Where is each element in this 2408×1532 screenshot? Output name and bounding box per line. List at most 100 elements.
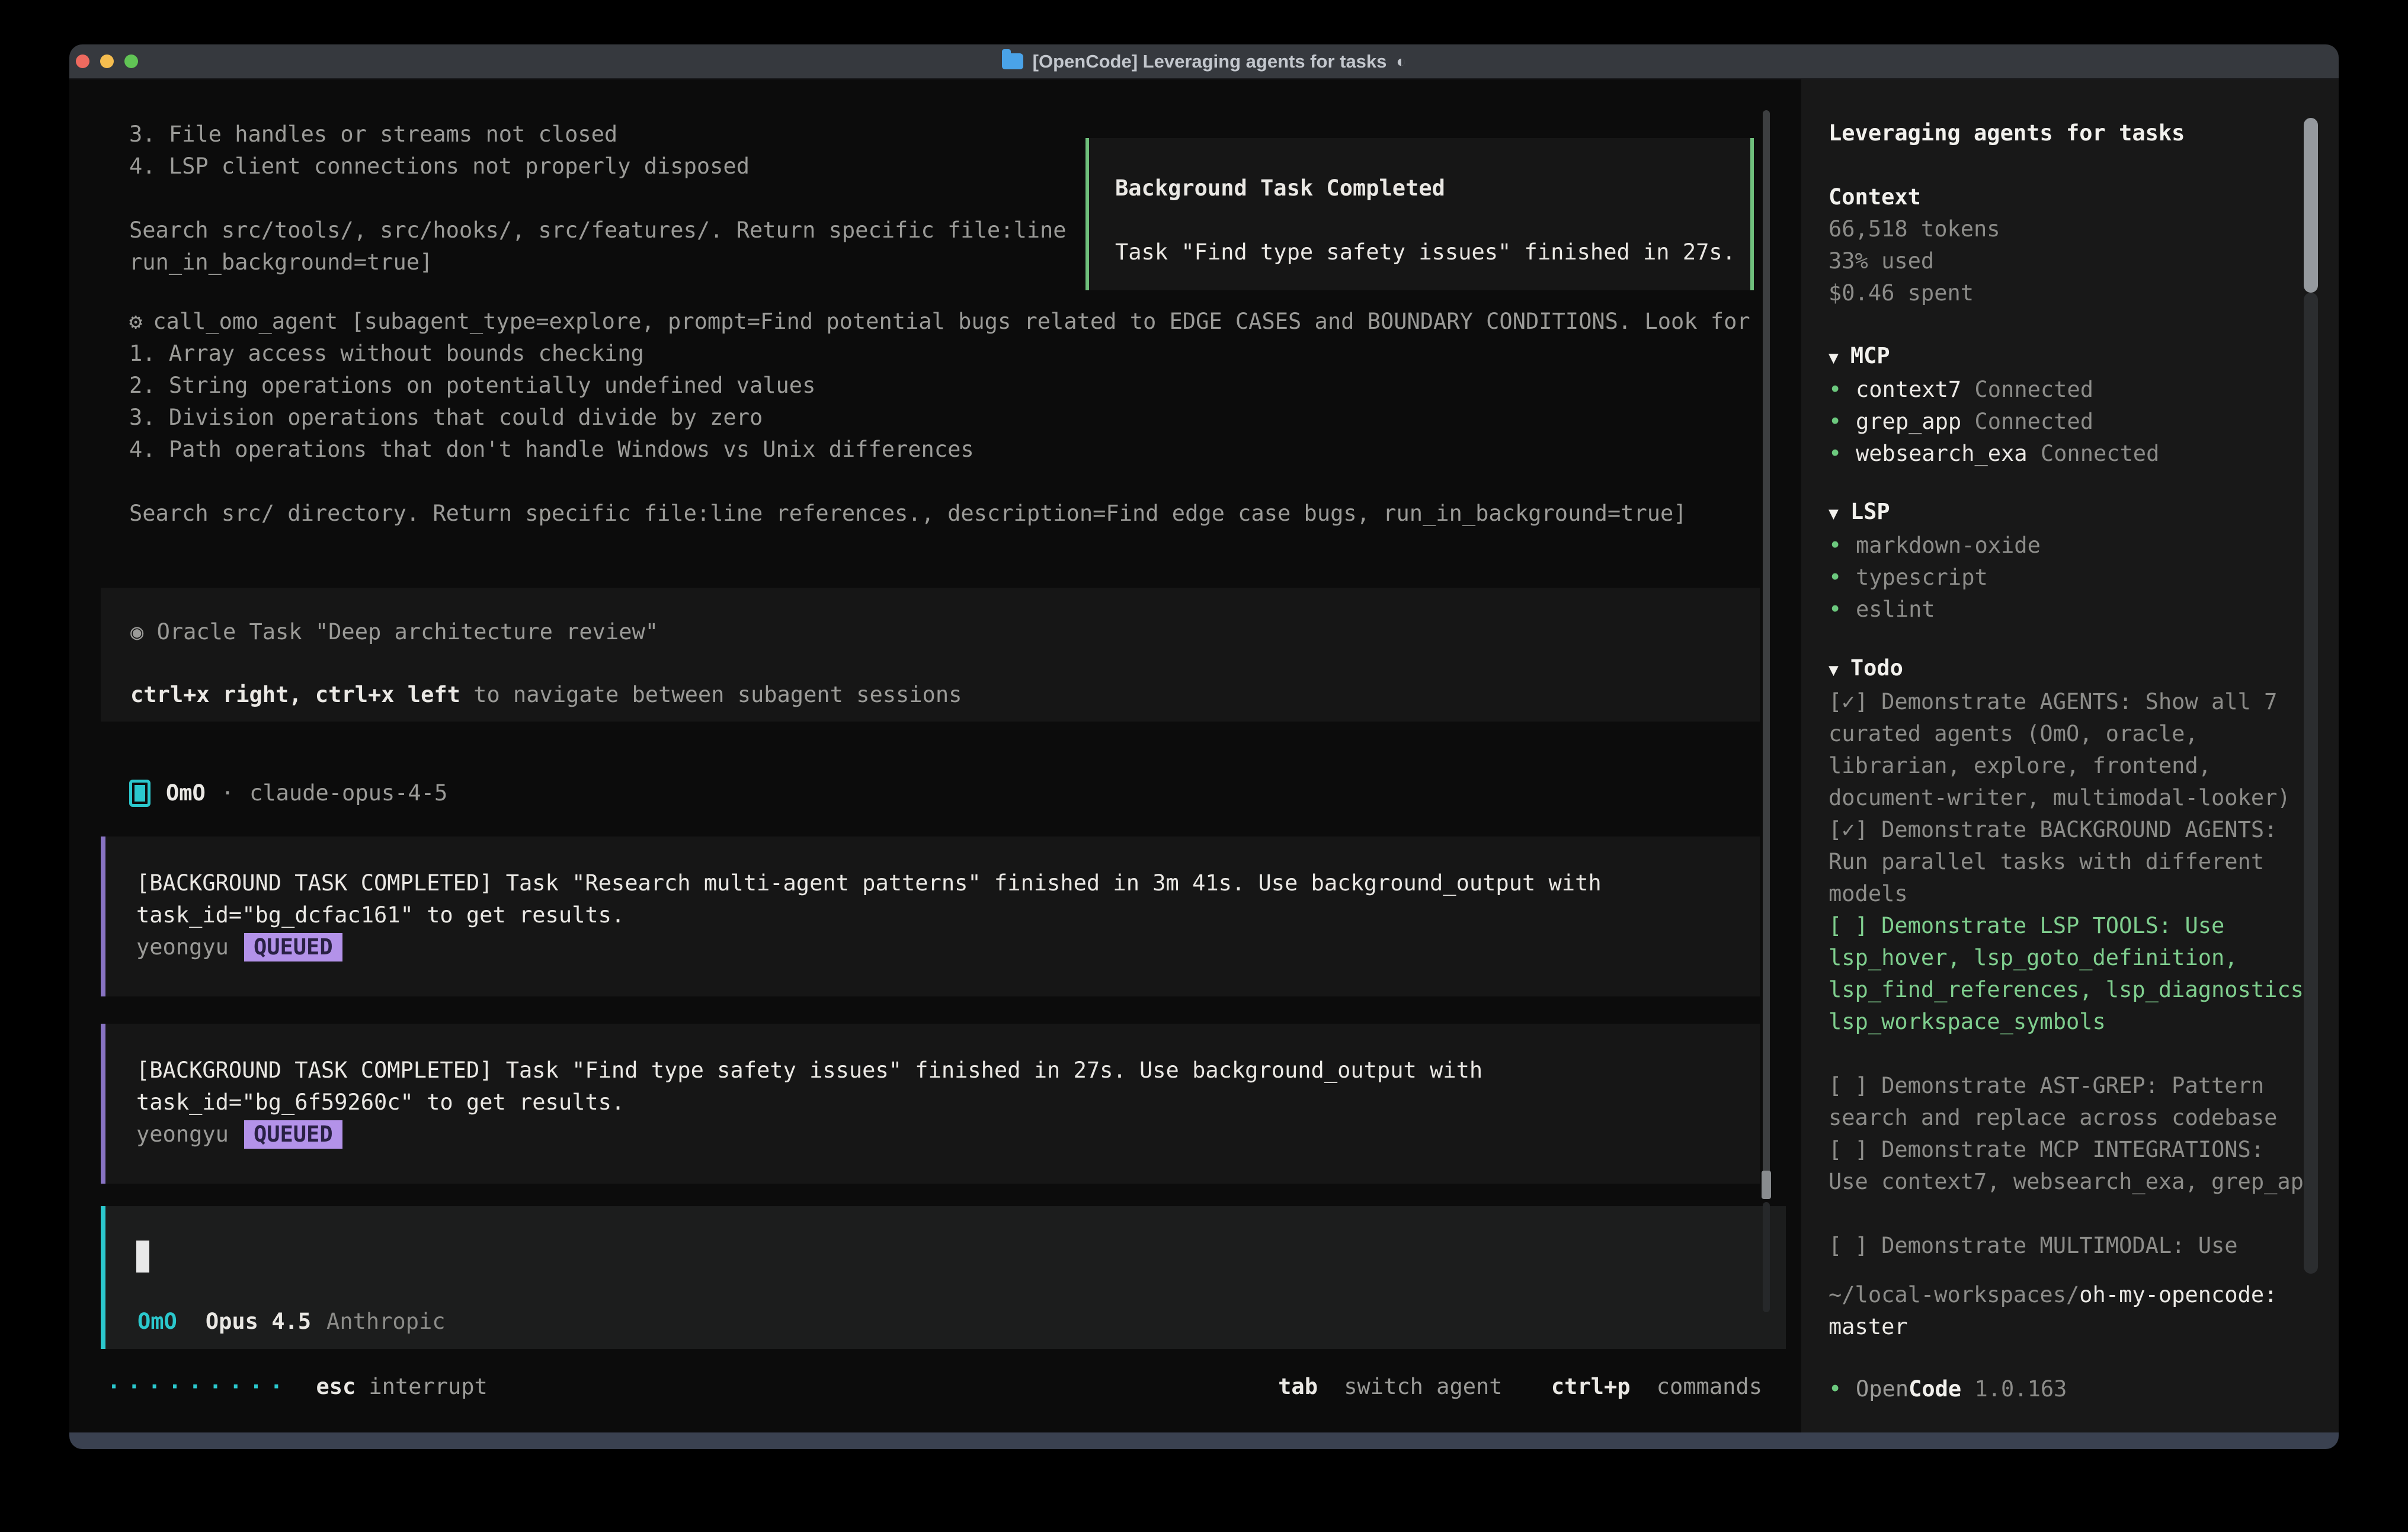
- session-sidebar: Leveraging agents for tasks Context 66,5…: [1801, 79, 2339, 1432]
- lsp-server-name: typescript: [1856, 562, 1988, 594]
- bullet-icon: •: [1829, 530, 1856, 562]
- main-scrollbar[interactable]: [1762, 110, 1771, 1312]
- gear-icon: ⚙: [129, 309, 142, 334]
- context-heading: Context: [1829, 181, 2328, 213]
- tool-call-head: call_omo_agent [subagent_type=explore, p…: [153, 309, 1750, 334]
- chevron-down-icon[interactable]: ▼: [1829, 504, 1839, 523]
- scrollback-line: 4. LSP client connections not properly d…: [129, 150, 1067, 182]
- todo-section-header[interactable]: ▼ Todo: [1829, 652, 2328, 686]
- mcp-server-name: websearch_exa: [1856, 438, 2028, 470]
- minimize-window-button[interactable]: [100, 55, 114, 68]
- esc-key-label: interrupt: [369, 1371, 487, 1403]
- sidebar-scrollbar-track[interactable]: [2304, 293, 2318, 1274]
- chevron-down-icon[interactable]: ▼: [1829, 348, 1839, 367]
- workspace-path-prefix: ~/local-workspaces/: [1829, 1282, 2079, 1307]
- todo-item-pending: [ ] Demonstrate MCP INTEGRATIONS: Use co…: [1829, 1134, 2328, 1198]
- mcp-server-status: Connected: [1975, 374, 2093, 406]
- todo-item-done: [✓] Demonstrate AGENTS: Show all 7 curat…: [1829, 686, 2328, 814]
- scrollback-line: run_in_background=true]: [129, 246, 1067, 278]
- mcp-server-row: •websearch_exa Connected: [1829, 438, 2328, 470]
- main-scrollbar-nub[interactable]: [1762, 1171, 1771, 1199]
- tool-call-block: ⚙ call_omo_agent [subagent_type=explore, …: [129, 306, 1750, 530]
- sidebar-scrollbar-thumb[interactable]: [2304, 118, 2318, 293]
- lsp-server-row: •markdown-oxide: [1829, 530, 2328, 562]
- todo-heading: Todo: [1850, 655, 1903, 681]
- context-section: Context 66,518 tokens 33% used $0.46 spe…: [1829, 181, 2328, 309]
- spinner-dots-icon: ·········: [107, 1371, 290, 1403]
- half-moon-icon: ◐: [1396, 52, 1406, 71]
- dot-separator: ·: [221, 777, 234, 809]
- tool-call-item: 4. Path operations that don't handle Win…: [129, 434, 1750, 466]
- bullet-icon: •: [1829, 562, 1856, 594]
- bullet-icon: •: [1829, 1373, 1856, 1405]
- lsp-section: ▼ LSP •markdown-oxide •typescript •eslint: [1829, 496, 2328, 626]
- scrollback-line: 3. File handles or streams not closed: [129, 118, 1067, 150]
- esc-key-hint: esc: [316, 1371, 356, 1403]
- mcp-section-header[interactable]: ▼MCP: [1829, 340, 2328, 374]
- message-line: task_id="bg_dcfac161" to get results.: [136, 899, 1760, 931]
- todo-item-pending: [ ] Demonstrate MULTIMODAL: Use: [1829, 1230, 2328, 1262]
- lsp-section-header[interactable]: ▼ LSP: [1829, 496, 2328, 530]
- lsp-server-name: markdown-oxide: [1856, 530, 2041, 562]
- input-agent-name[interactable]: OmO: [137, 1306, 177, 1338]
- main-scrollbar-track[interactable]: [1763, 1202, 1770, 1312]
- background-task-message: [BACKGROUND TASK COMPLETED] Task "Find t…: [101, 1024, 1760, 1184]
- window-bottom-strip: [69, 1432, 2339, 1449]
- maximize-window-button[interactable]: [124, 55, 138, 68]
- todo-item-done: [✓] Demonstrate BACKGROUND AGENTS: Run p…: [1829, 814, 2328, 910]
- message-user: yeongyu: [136, 1121, 229, 1147]
- mcp-server-status: Connected: [1975, 406, 2093, 438]
- oracle-hint-keys: ctrl+x right, ctrl+x left: [130, 682, 460, 707]
- lsp-server-row: •eslint: [1829, 594, 2328, 626]
- app-version: 1.0.163: [1975, 1376, 2067, 1402]
- tool-call-tail: Search src/ directory. Return specific f…: [129, 498, 1750, 530]
- ctrlp-key-hint: ctrl+p: [1551, 1374, 1631, 1399]
- tab-key-label: switch agent: [1344, 1374, 1502, 1399]
- bullet-icon: •: [1829, 406, 1856, 438]
- close-window-button[interactable]: [76, 55, 89, 68]
- agent-name: OmO: [166, 777, 206, 809]
- bullet-icon: •: [1829, 438, 1856, 470]
- status-bar-left: ········· esc interrupt: [107, 1371, 488, 1403]
- todo-section: ▼ Todo [✓] Demonstrate AGENTS: Show all 7…: [1829, 652, 2328, 1262]
- todo-item-active: [ ] Demonstrate LSP TOOLS: Use lsp_hover…: [1829, 910, 2328, 1038]
- lsp-heading: LSP: [1850, 499, 1890, 524]
- ctrlp-key-label: commands: [1657, 1374, 1762, 1399]
- tool-call-item: 2. String operations on potentially unde…: [129, 370, 1750, 402]
- app-name-code: Code: [1909, 1376, 1961, 1402]
- scrollback-line: Search src/tools/, src/hooks/, src/featu…: [129, 214, 1067, 246]
- folder-icon: [1002, 53, 1023, 69]
- tool-call-item: 3. Division operations that could divide…: [129, 402, 1750, 434]
- lsp-server-row: •typescript: [1829, 562, 2328, 594]
- window-title: [OpenCode] Leveraging agents for tasks: [1033, 51, 1387, 72]
- input-model-name[interactable]: Opus 4.5: [206, 1306, 311, 1338]
- chat-main-panel: 3. File handles or streams not closed 4.…: [69, 79, 1801, 1432]
- message-line: [BACKGROUND TASK COMPLETED] Task "Resear…: [136, 867, 1760, 899]
- agent-model: claude-opus-4-5: [249, 777, 447, 809]
- sidebar-scrollbar[interactable]: [2304, 79, 2318, 1432]
- bullet-icon: •: [1829, 374, 1856, 406]
- bullet-icon: •: [1829, 594, 1856, 626]
- session-title: Leveraging agents for tasks: [1829, 117, 2328, 149]
- window-titlebar[interactable]: [OpenCode] Leveraging agents for tasks ◐: [69, 44, 2339, 79]
- notification-body: Task "Find type safety issues" finished …: [1115, 236, 1750, 268]
- main-scrollbar-thumb[interactable]: [1763, 110, 1770, 1175]
- status-bar-right: tab switch agent ctrl+p commands: [1278, 1371, 1762, 1403]
- context-tokens: 66,518 tokens: [1829, 213, 2328, 245]
- tool-call-item: 1. Array access without bounds checking: [129, 338, 1750, 370]
- queued-badge: QUEUED: [244, 933, 342, 961]
- todo-item-pending: [ ] Demonstrate AST-GREP: Pattern search…: [1829, 1070, 2328, 1134]
- prompt-input[interactable]: OmO Opus 4.5 Anthropic: [101, 1206, 1786, 1349]
- notification-title: Background Task Completed: [1115, 172, 1750, 204]
- queued-badge: QUEUED: [244, 1120, 342, 1149]
- background-task-message: [BACKGROUND TASK COMPLETED] Task "Resear…: [101, 836, 1760, 996]
- tab-key-hint: tab: [1278, 1374, 1318, 1399]
- workspace-branch: master: [1829, 1314, 1908, 1339]
- message-user: yeongyu: [136, 934, 229, 960]
- oracle-task-card[interactable]: ◉ Oracle Task "Deep architecture review"…: [101, 588, 1760, 722]
- mcp-server-name: grep_app: [1856, 406, 1961, 438]
- mcp-server-status: Connected: [2041, 438, 2159, 470]
- background-task-notification: Background Task Completed Task "Find typ…: [1085, 138, 1754, 290]
- chevron-down-icon[interactable]: ▼: [1829, 660, 1839, 680]
- oracle-hint-text: to navigate between subagent sessions: [460, 682, 962, 707]
